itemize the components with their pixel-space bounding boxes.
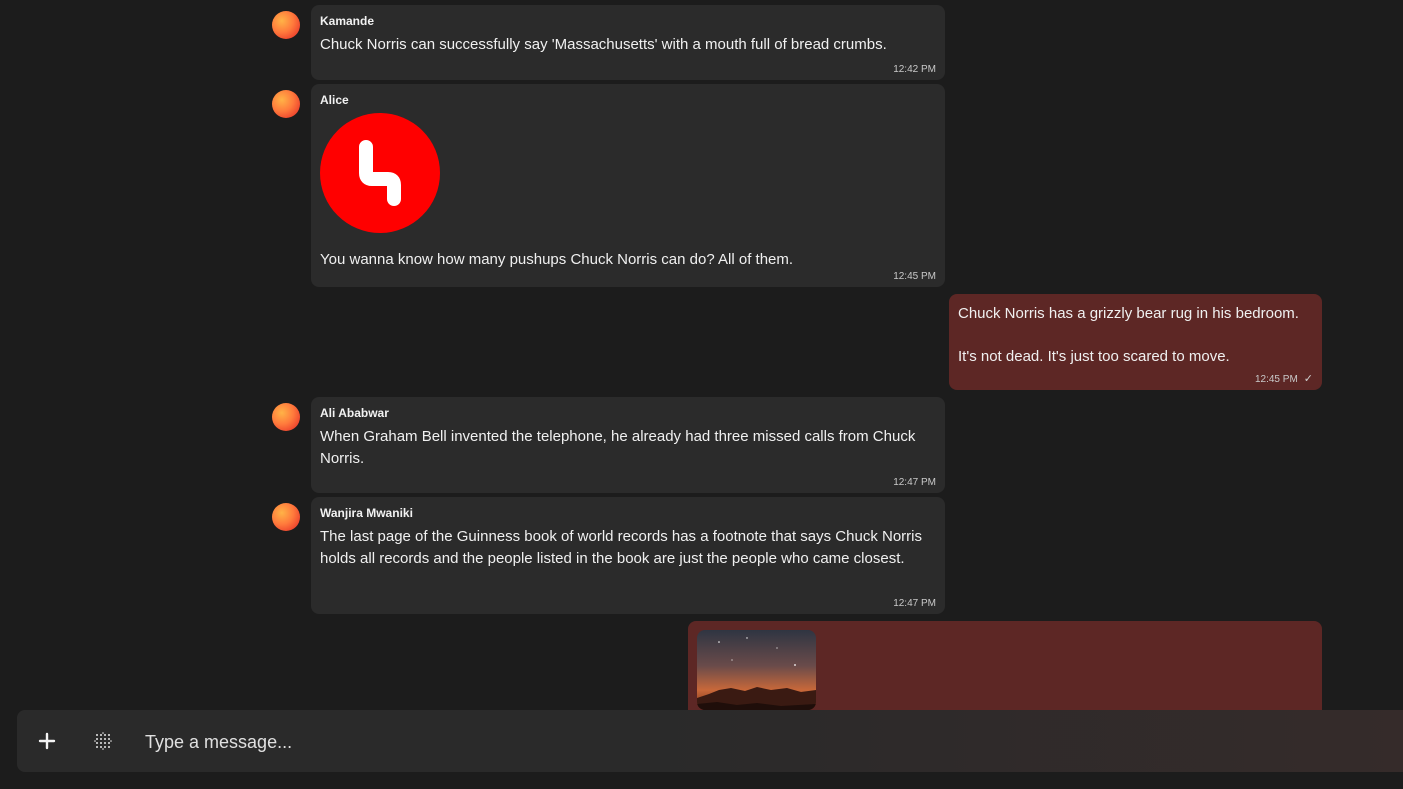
plus-icon[interactable] <box>33 727 61 755</box>
photo-thumbnail[interactable] <box>697 630 816 710</box>
message-text: You wanna know how many pushups Chuck No… <box>320 251 794 268</box>
sticker-image[interactable] <box>320 113 440 233</box>
outgoing-message-bubble[interactable]: Chuck Norris has a grizzly bear rug in h… <box>949 294 1322 390</box>
avatar[interactable] <box>272 403 300 431</box>
message-time: 12:42 PM <box>893 64 936 75</box>
avatar[interactable] <box>272 11 300 39</box>
message-bubble[interactable]: Alice You wanna know how many pushups Ch… <box>311 84 945 287</box>
message-bubble[interactable]: Wanjira Mwaniki The last page of the Gui… <box>311 497 945 614</box>
message-sender: Ali Ababwar <box>320 406 389 420</box>
message-text: Chuck Norris has a grizzly bear rug in h… <box>958 305 1299 365</box>
message-bubble[interactable]: Kamande Chuck Norris can successfully sa… <box>311 5 945 80</box>
outgoing-photo-message[interactable] <box>688 621 1322 721</box>
single-check-icon: ✓ <box>1303 373 1313 385</box>
message-sender: Alice <box>320 93 349 107</box>
message-time: 12:45 PM <box>893 271 936 282</box>
message-sender: Kamande <box>320 14 375 28</box>
message-time: 12:47 PM <box>893 598 936 609</box>
message-text: Chuck Norris can successfully say 'Massa… <box>320 36 887 53</box>
message-text: When Graham Bell invented the telephone,… <box>320 428 920 467</box>
message-bubble[interactable]: Ali Ababwar When Graham Bell invented th… <box>311 397 945 493</box>
logo-sticker-icon <box>359 140 401 206</box>
chat-window: Kamande Chuck Norris can successfully sa… <box>0 0 1403 789</box>
message-composer <box>17 710 1403 772</box>
message-time: 12:47 PM <box>893 477 936 488</box>
dot-grid-icon[interactable] <box>89 727 117 755</box>
message-input[interactable] <box>143 726 1347 758</box>
message-text: The last page of the Guinness book of wo… <box>320 528 927 567</box>
avatar[interactable] <box>272 90 300 118</box>
message-sender: Wanjira Mwaniki <box>320 506 413 520</box>
message-time-status: 12:45 PM ✓ <box>1255 373 1313 386</box>
desert-night-photo <box>697 630 816 710</box>
message-time: 12:45 PM <box>1254 374 1298 385</box>
avatar[interactable] <box>272 503 300 531</box>
